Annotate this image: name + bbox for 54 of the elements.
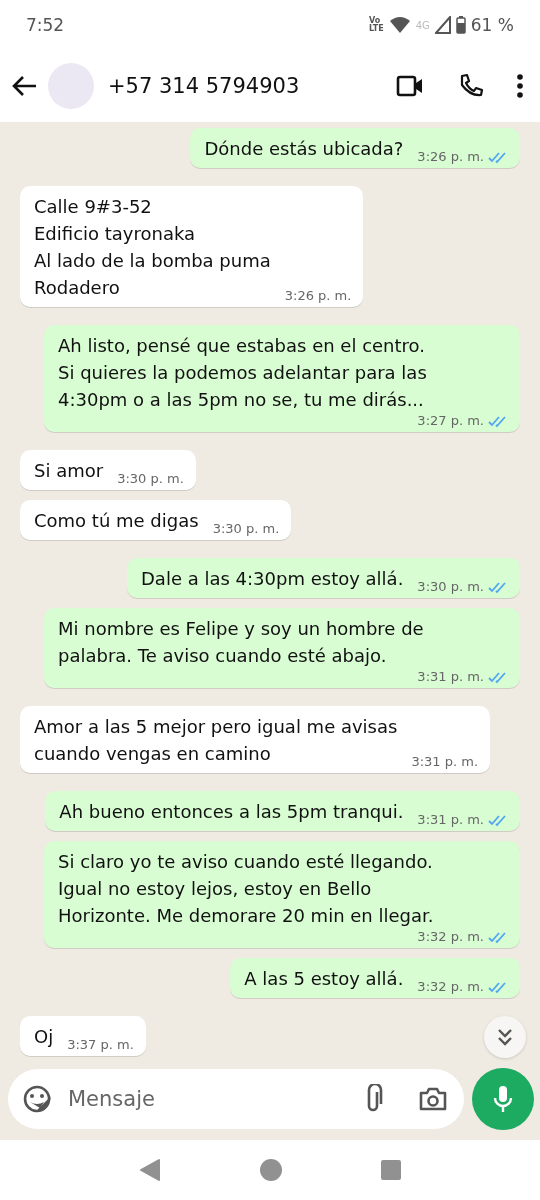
- sent-message-bubble[interactable]: Ah listo, pensé que estabas en el centro. Si quieres la podemos adelantar para las 4:30pm o a las 5pm no se, tu me dirás... 3:27 p. m.: [44, 325, 520, 432]
- message-time: 3:32 p. m.: [417, 979, 484, 994]
- received-message-bubble[interactable]: Oj 3:37 p. m.: [20, 1016, 146, 1056]
- message-text: Dónde estás ubicada?: [204, 137, 404, 161]
- contact-name[interactable]: +57 314 5794903: [108, 74, 382, 98]
- more-options-icon[interactable]: [516, 74, 524, 98]
- status-time: 7:52: [26, 15, 65, 35]
- sent-message-bubble[interactable]: Ah bueno entonces a las 5pm tranqui. 3:31 p. m.: [45, 791, 520, 831]
- message-time: 3:30 p. m.: [117, 471, 184, 486]
- microphone-icon[interactable]: [493, 1085, 513, 1113]
- volte-label: Vo LTE: [368, 17, 384, 33]
- sent-message-bubble[interactable]: Dale a las 4:30pm estoy allá. 3:30 p. m.: [127, 558, 520, 598]
- received-message-bubble[interactable]: Si amor 3:30 p. m.: [20, 450, 196, 490]
- message-time: 3:26 p. m.: [284, 288, 352, 303]
- message-time: 3:32 p. m.: [417, 929, 484, 944]
- message-time: 3:30 p. m.: [417, 579, 484, 594]
- battery-icon: [455, 16, 466, 34]
- message-text: A las 5 estoy allá.: [244, 967, 404, 991]
- message-text: Si amor: [34, 459, 104, 483]
- signal-icon: [434, 16, 451, 34]
- message-text: Calle 9#3-52 Edificio tayronaka Al lado de la bomba puma Rodadero: [34, 195, 271, 300]
- message-text: Como tú me digas: [34, 509, 199, 533]
- battery-percent: 61 %: [470, 15, 514, 35]
- camera-icon[interactable]: [418, 1086, 448, 1112]
- message-text: Dale a las 4:30pm estoy allá.: [141, 567, 404, 591]
- message-text: Oj: [34, 1025, 54, 1049]
- sent-message-bubble[interactable]: Dónde estás ubicada? 3:26 p. m.: [190, 128, 520, 168]
- message-time: 3:37 p. m.: [67, 1037, 134, 1052]
- received-message-bubble[interactable]: Amor a las 5 mejor pero igual me avisas cuando vengas en camino 3:31 p. m.: [20, 706, 491, 773]
- message-text: Amor a las 5 mejor pero igual me avisas cuando vengas en camino: [34, 715, 398, 766]
- sticker-icon[interactable]: [22, 1084, 52, 1114]
- message-text: Ah bueno entonces a las 5pm tranqui.: [59, 800, 404, 824]
- message-time: 3:26 p. m.: [417, 149, 484, 164]
- back-nav-icon[interactable]: [139, 1158, 161, 1182]
- message-text: Ah listo, pensé que estabas en el centro. Si quieres la podemos adelantar para las 4:30pm o a las 5pm no se, tu me dirás...: [58, 334, 427, 412]
- received-message-bubble[interactable]: Calle 9#3-52 Edificio tayronaka Al lado de la bomba puma Rodadero 3:26 p. m.: [20, 186, 364, 307]
- home-nav-icon[interactable]: [259, 1158, 283, 1182]
- message-text: Mi nombre es Felipe y soy un hombre de palabra. Te aviso cuando esté abajo.: [58, 617, 424, 668]
- message-time: 3:31 p. m.: [411, 754, 479, 769]
- message-time: 3:30 p. m.: [212, 521, 280, 536]
- wifi-icon: [388, 16, 411, 34]
- received-message-bubble[interactable]: Como tú me digas 3:30 p. m.: [20, 500, 292, 540]
- sent-message-bubble[interactable]: Si claro yo te aviso cuando esté llegando. Igual no estoy lejos, estoy en Bello Horizonte. Me demorare 20 min en llegar. 3:32 p. m.: [44, 841, 520, 948]
- message-input[interactable]: Mensaje: [66, 1086, 348, 1112]
- double-chevron-down-icon[interactable]: [495, 1027, 515, 1047]
- message-time: 3:27 p. m.: [417, 413, 484, 428]
- message-field[interactable]: Mensaje: [8, 1069, 464, 1129]
- sent-message-bubble[interactable]: Mi nombre es Felipe y soy un hombre de palabra. Te aviso cuando esté abajo. 3:31 p. m.: [44, 608, 520, 688]
- scroll-down-button[interactable]: [484, 1016, 526, 1058]
- sent-message-bubble[interactable]: A las 5 estoy allá. 3:32 p. m.: [230, 958, 520, 998]
- message-text: Si claro yo te aviso cuando esté llegando. Igual no estoy lejos, estoy en Bello Horizonte. Me demorare 20 min en llegar.: [58, 850, 434, 928]
- message-time: 3:31 p. m.: [417, 669, 484, 684]
- message-time: 3:31 p. m.: [417, 812, 484, 827]
- network-type-label: 4G: [415, 19, 430, 31]
